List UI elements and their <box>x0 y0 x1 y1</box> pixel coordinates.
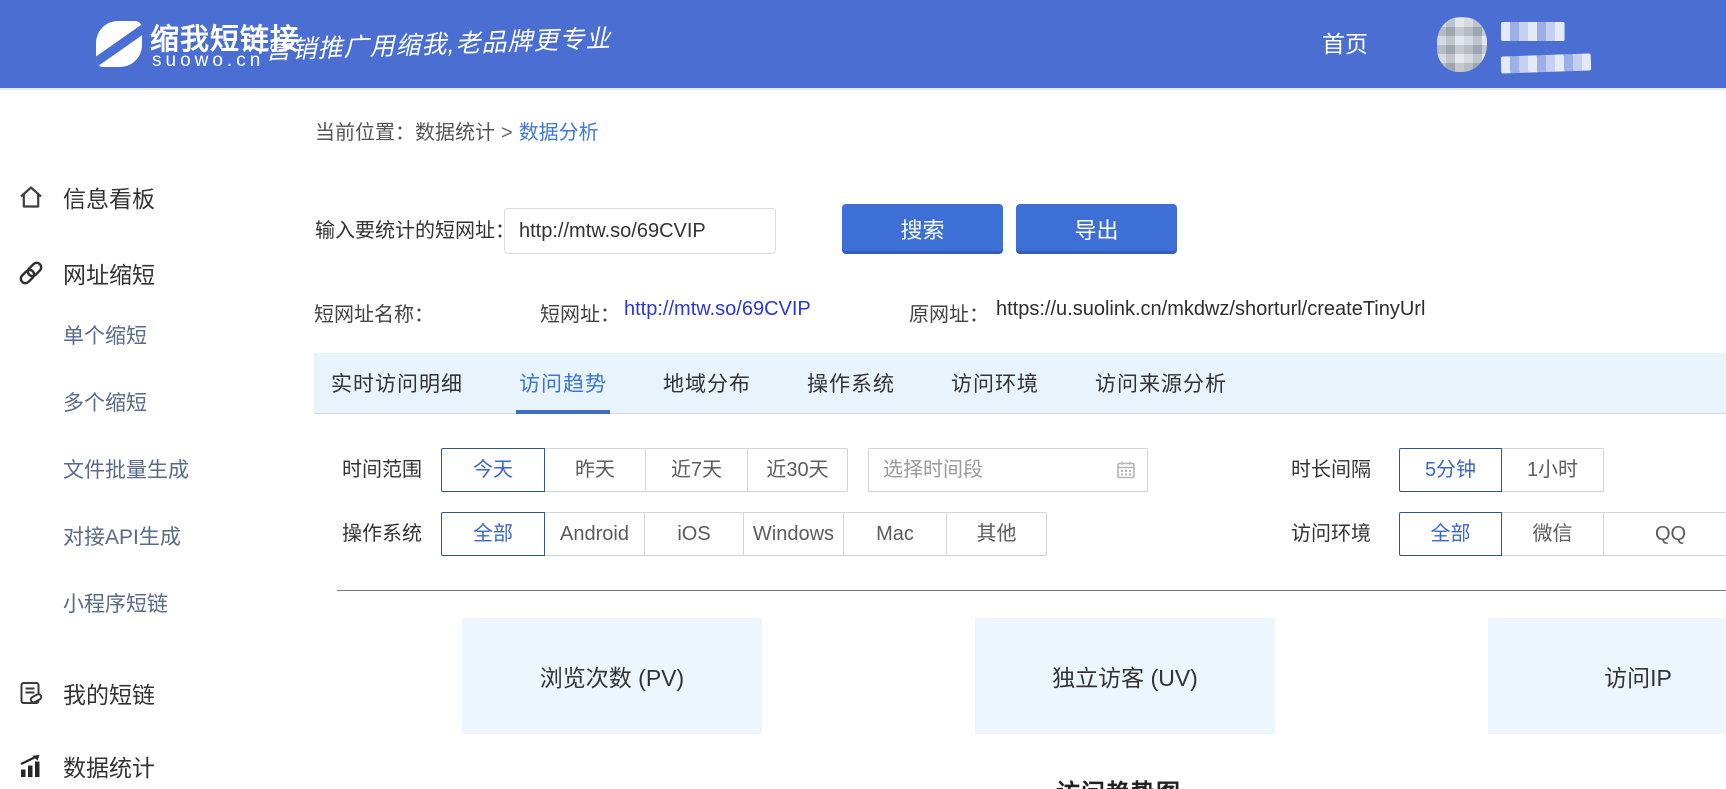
breadcrumb-separator: > <box>501 122 513 144</box>
user-menu[interactable] <box>1430 0 1610 88</box>
sidebar-item-single-shorten[interactable]: 单个缩短 <box>0 319 300 351</box>
time-range-7days[interactable]: 近7天 <box>645 448 748 492</box>
os-other[interactable]: 其他 <box>946 512 1047 556</box>
env-all[interactable]: 全部 <box>1399 512 1502 556</box>
short-url-input[interactable] <box>504 208 776 254</box>
time-range-label: 时间范围 <box>342 448 422 492</box>
chart-section-title: 访问趋势图 <box>1056 773 1181 789</box>
page: 缩我短链接 suowo.cn ·营销推广用缩我,老品牌更专业 首页 当前位置：数… <box>0 0 1726 789</box>
os-ios[interactable]: iOS <box>644 512 744 556</box>
tab-realtime-detail[interactable]: 实时访问明细 <box>331 353 463 413</box>
brand-domain: suowo.cn <box>152 50 264 72</box>
env-qq[interactable]: QQ <box>1603 512 1726 556</box>
stat-card-uv[interactable]: 独立访客 (UV) <box>975 618 1275 734</box>
time-range-today[interactable]: 今天 <box>441 448 545 492</box>
sidebar-item-label: 网址缩短 <box>63 256 155 290</box>
user-subtext-blur <box>1501 53 1592 73</box>
time-range-30days[interactable]: 近30天 <box>747 448 848 492</box>
env-filter-label: 访问环境 <box>1291 512 1371 556</box>
sidebar-item-miniprogram-link[interactable]: 小程序短链 <box>0 587 300 619</box>
username-blur <box>1501 22 1565 41</box>
document-edit-icon <box>17 679 45 707</box>
date-range-input[interactable] <box>868 448 1148 492</box>
bar-chart-icon <box>17 752 45 780</box>
tab-visit-environment[interactable]: 访问环境 <box>951 353 1039 413</box>
short-url-label: 短网址： <box>540 298 620 327</box>
sidebar-item-label: 对接API生成 <box>63 521 181 551</box>
sidebar-item-multi-shorten[interactable]: 多个缩短 <box>0 386 300 418</box>
sidebar-item-my-links[interactable]: 我的短链 <box>0 677 300 709</box>
sidebar-item-label: 多个缩短 <box>63 387 147 417</box>
interval-label: 时长间隔 <box>1291 448 1371 492</box>
time-range-yesterday[interactable]: 昨天 <box>544 448 646 492</box>
home-icon <box>17 183 45 211</box>
sidebar-item-file-batch[interactable]: 文件批量生成 <box>0 453 300 485</box>
sidebar-item-label: 我的短链 <box>63 676 155 710</box>
search-field-label: 输入要统计的短网址： <box>315 206 515 256</box>
sidebar-nav: 信息看板 网址缩短 单个缩短 多个缩短 文件批量生成 对接API生成 <box>0 90 300 789</box>
original-url-label: 原网址： <box>909 298 989 327</box>
top-header: 缩我短链接 suowo.cn ·营销推广用缩我,老品牌更专业 首页 <box>0 0 1726 88</box>
sidebar-item-label: 信息看板 <box>63 180 155 214</box>
calendar-icon[interactable] <box>1116 460 1136 480</box>
os-android[interactable]: Android <box>544 512 645 556</box>
os-filter-label: 操作系统 <box>342 512 422 556</box>
breadcrumb: 当前位置：数据统计 > 数据分析 <box>315 116 599 145</box>
env-filter-group: 全部 微信 QQ <box>1399 512 1726 556</box>
time-range-group: 今天 昨天 近7天 近30天 <box>441 448 848 492</box>
section-divider <box>337 590 1726 591</box>
sidebar-item-label: 数据统计 <box>63 749 155 783</box>
user-avatar[interactable] <box>1437 17 1487 72</box>
tab-visit-trend[interactable]: 访问趋势 <box>519 353 607 413</box>
short-url-link[interactable]: http://mtw.so/69CVIP <box>624 298 811 321</box>
sidebar-item-label: 单个缩短 <box>63 320 147 350</box>
link-icon <box>17 259 45 287</box>
os-all[interactable]: 全部 <box>441 512 545 556</box>
stat-card-ip[interactable]: 访问IP <box>1488 618 1726 734</box>
interval-group: 5分钟 1小时 <box>1399 448 1604 492</box>
link-name-label: 短网址名称： <box>314 298 434 327</box>
sidebar-item-label: 小程序短链 <box>63 588 168 618</box>
interval-5min[interactable]: 5分钟 <box>1399 448 1502 492</box>
search-button[interactable]: 搜索 <box>842 204 1003 254</box>
brand-logo-icon[interactable] <box>96 21 142 67</box>
os-filter-group: 全部 Android iOS Windows Mac 其他 <box>441 512 1047 556</box>
tab-visit-source[interactable]: 访问来源分析 <box>1095 353 1227 413</box>
tab-region-distribution[interactable]: 地域分布 <box>663 353 751 413</box>
date-range-picker <box>868 448 1148 492</box>
interval-1hour[interactable]: 1小时 <box>1501 448 1604 492</box>
sidebar-item-statistics[interactable]: 数据统计 <box>0 750 300 782</box>
breadcrumb-prefix: 当前位置： <box>315 122 415 144</box>
analytics-tabbar: 实时访问明细 访问趋势 地域分布 操作系统 访问环境 访问来源分析 <box>314 353 1726 414</box>
os-mac[interactable]: Mac <box>843 512 947 556</box>
breadcrumb-current[interactable]: 数据分析 <box>519 122 599 144</box>
tab-operating-system[interactable]: 操作系统 <box>807 353 895 413</box>
breadcrumb-parent: 数据统计 <box>415 122 495 144</box>
sidebar-item-api-generate[interactable]: 对接API生成 <box>0 520 300 552</box>
export-button[interactable]: 导出 <box>1016 204 1177 254</box>
stat-card-pv[interactable]: 浏览次数 (PV) <box>462 618 762 734</box>
brand-tagline: ·营销推广用缩我,老品牌更专业 <box>255 19 611 67</box>
os-windows[interactable]: Windows <box>743 512 844 556</box>
nav-home-link[interactable]: 首页 <box>1322 0 1368 88</box>
sidebar-item-dashboard[interactable]: 信息看板 <box>0 181 300 213</box>
sidebar-item-url-shorten[interactable]: 网址缩短 <box>0 257 300 289</box>
sidebar-item-label: 文件批量生成 <box>63 454 189 484</box>
original-url-value: https://u.suolink.cn/mkdwz/shorturl/crea… <box>996 298 1425 321</box>
env-wechat[interactable]: 微信 <box>1501 512 1604 556</box>
